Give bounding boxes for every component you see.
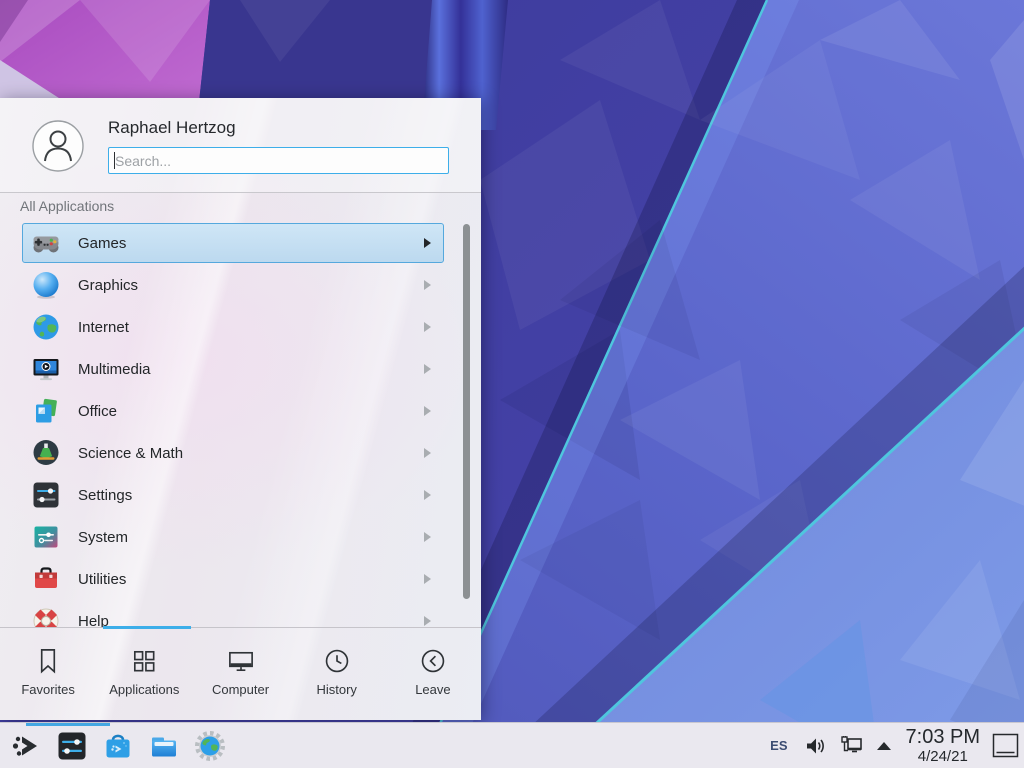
submenu-arrow-icon (424, 322, 431, 332)
submenu-arrow-icon (424, 448, 431, 458)
submenu-arrow-icon (424, 490, 431, 500)
category-system[interactable]: System (0, 516, 481, 558)
taskbar-panel: ES 7:03 PM 4/24/21 (0, 722, 1024, 768)
submenu-arrow-icon (424, 364, 431, 374)
launcher-header: Raphael Hertzog (0, 98, 481, 192)
section-label: All Applications (20, 198, 114, 214)
submenu-arrow-icon (424, 532, 431, 542)
footer-divider (0, 627, 481, 628)
tab-favorites[interactable]: Favorites (0, 630, 96, 720)
tab-label: Favorites (21, 682, 74, 697)
show-desktop-icon[interactable] (992, 733, 1019, 758)
category-internet[interactable]: Internet (0, 306, 481, 348)
category-multimedia[interactable]: Multimedia (0, 348, 481, 390)
text-cursor (114, 152, 115, 169)
category-graphics[interactable]: Graphics (0, 264, 481, 306)
utilities-toolbox-icon (30, 563, 62, 595)
category-utilities[interactable]: Utilities (0, 558, 481, 600)
discover-icon[interactable] (102, 730, 134, 762)
clock-date: 4/24/21 (918, 749, 968, 764)
bookmark-icon (33, 646, 63, 676)
kde-application-launcher-icon[interactable] (10, 730, 42, 762)
office-documents-icon (30, 395, 62, 427)
tab-label: History (316, 682, 356, 697)
submenu-arrow-icon (424, 406, 431, 416)
application-launcher-menu: Raphael Hertzog All Applications (0, 98, 481, 720)
tab-history[interactable]: History (289, 630, 385, 720)
web-browser-icon[interactable] (194, 730, 226, 762)
category-list: Games Graphics (0, 222, 481, 627)
tab-label: Computer (212, 682, 269, 697)
tab-leave[interactable]: Leave (385, 630, 481, 720)
digital-clock[interactable]: 7:03 PM 4/24/21 (906, 727, 980, 764)
dolphin-file-manager-icon[interactable] (148, 730, 180, 762)
submenu-arrow-icon (424, 616, 431, 626)
category-label: System (78, 529, 128, 546)
leave-icon (418, 646, 448, 676)
category-games[interactable]: Games (0, 222, 481, 264)
desktop[interactable]: Raphael Hertzog All Applications (0, 0, 1024, 768)
submenu-arrow-icon (424, 574, 431, 584)
category-label: Science & Math (78, 445, 183, 462)
multimedia-monitor-icon (30, 353, 62, 385)
search-input[interactable] (108, 147, 449, 174)
system-tray: ES 7:03 PM 4/24/21 (770, 727, 1024, 764)
history-clock-icon (322, 646, 352, 676)
category-label: Internet (78, 319, 129, 336)
category-label: Settings (78, 487, 132, 504)
graphics-sphere-icon (30, 269, 62, 301)
tab-label: Leave (415, 682, 450, 697)
system-sliders-icon (30, 521, 62, 553)
category-label: Help (78, 613, 109, 628)
network-icon[interactable] (840, 734, 864, 758)
clock-time: 7:03 PM (906, 727, 980, 747)
category-science-math[interactable]: Science & Math (0, 432, 481, 474)
settings-sliders-icon (30, 479, 62, 511)
tab-applications[interactable]: Applications (96, 630, 192, 720)
submenu-arrow-icon (424, 238, 431, 248)
gamepad-icon (30, 227, 62, 259)
category-label: Games (78, 235, 126, 252)
category-label: Utilities (78, 571, 126, 588)
system-settings-icon[interactable] (56, 730, 88, 762)
computer-icon (226, 646, 256, 676)
tab-label: Applications (109, 682, 179, 697)
science-flask-icon (30, 437, 62, 469)
keyboard-layout-indicator[interactable]: ES (770, 738, 787, 753)
category-help[interactable]: Help (0, 600, 481, 627)
internet-globe-icon (30, 311, 62, 343)
category-label: Multimedia (78, 361, 151, 378)
category-label: Graphics (78, 277, 138, 294)
tab-computer[interactable]: Computer (192, 630, 288, 720)
active-tab-indicator (103, 626, 191, 629)
category-office[interactable]: Office (0, 390, 481, 432)
category-settings[interactable]: Settings (0, 474, 481, 516)
header-divider (0, 192, 481, 193)
volume-icon[interactable] (804, 734, 828, 758)
app-grid-icon (129, 646, 159, 676)
active-task-indicator (26, 723, 110, 726)
user-name: Raphael Hertzog (108, 118, 236, 138)
expand-tray-caret-icon[interactable] (876, 741, 892, 751)
category-label: Office (78, 403, 117, 420)
launcher-tab-bar: Favorites Applications Compu (0, 630, 481, 720)
scrollbar-thumb[interactable] (463, 224, 470, 599)
submenu-arrow-icon (424, 280, 431, 290)
help-lifebuoy-icon (30, 605, 62, 627)
user-avatar[interactable] (32, 120, 84, 172)
